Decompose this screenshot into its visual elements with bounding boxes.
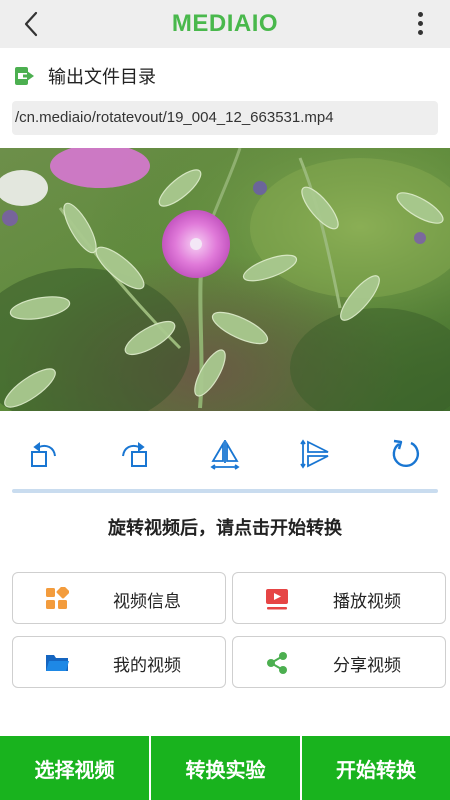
conversion-lab-button[interactable]: 转换实验 xyxy=(151,736,300,800)
more-options-icon[interactable] xyxy=(416,12,424,38)
rotation-toolbar xyxy=(0,432,450,482)
app-title: MEDIAIO xyxy=(171,10,279,37)
my-videos-label: 我的视频 xyxy=(113,656,181,676)
folder-icon xyxy=(45,651,69,675)
export-folder-icon xyxy=(14,65,36,87)
start-conversion-button[interactable]: 开始转换 xyxy=(302,736,450,800)
my-videos-button[interactable]: 我的视频 xyxy=(12,636,226,688)
share-icon xyxy=(265,651,289,675)
video-info-label: 视频信息 xyxy=(113,592,181,612)
play-video-icon xyxy=(265,587,289,611)
share-video-button[interactable]: 分享视频 xyxy=(232,636,446,688)
rotate-hint-text: 旋转视频后，请点击开始转换 xyxy=(108,518,342,539)
toolbar-divider xyxy=(12,489,438,493)
rotate-left-icon[interactable] xyxy=(22,432,66,476)
play-video-label: 播放视频 xyxy=(333,592,401,612)
output-directory-label: 输出文件目录 xyxy=(48,67,156,88)
output-path-field: /cn.mediaio/rotatevout/19_004_12_663531.… xyxy=(12,101,438,135)
flip-vertical-icon[interactable] xyxy=(293,432,337,476)
rotate-right-icon[interactable] xyxy=(112,432,156,476)
bottom-action-bar: 选择视频 转换实验 开始转换 xyxy=(0,736,450,800)
video-preview[interactable] xyxy=(0,148,450,411)
top-bar: MEDIAIO xyxy=(0,0,450,48)
output-directory-row: 输出文件目录 xyxy=(14,62,156,90)
select-video-button[interactable]: 选择视频 xyxy=(0,736,149,800)
flip-horizontal-icon[interactable] xyxy=(203,432,247,476)
share-video-label: 分享视频 xyxy=(333,656,401,676)
video-info-button[interactable]: 视频信息 xyxy=(12,572,226,624)
play-video-button[interactable]: 播放视频 xyxy=(232,572,446,624)
reset-rotate-icon[interactable] xyxy=(383,432,427,476)
grid-icon xyxy=(45,585,70,611)
